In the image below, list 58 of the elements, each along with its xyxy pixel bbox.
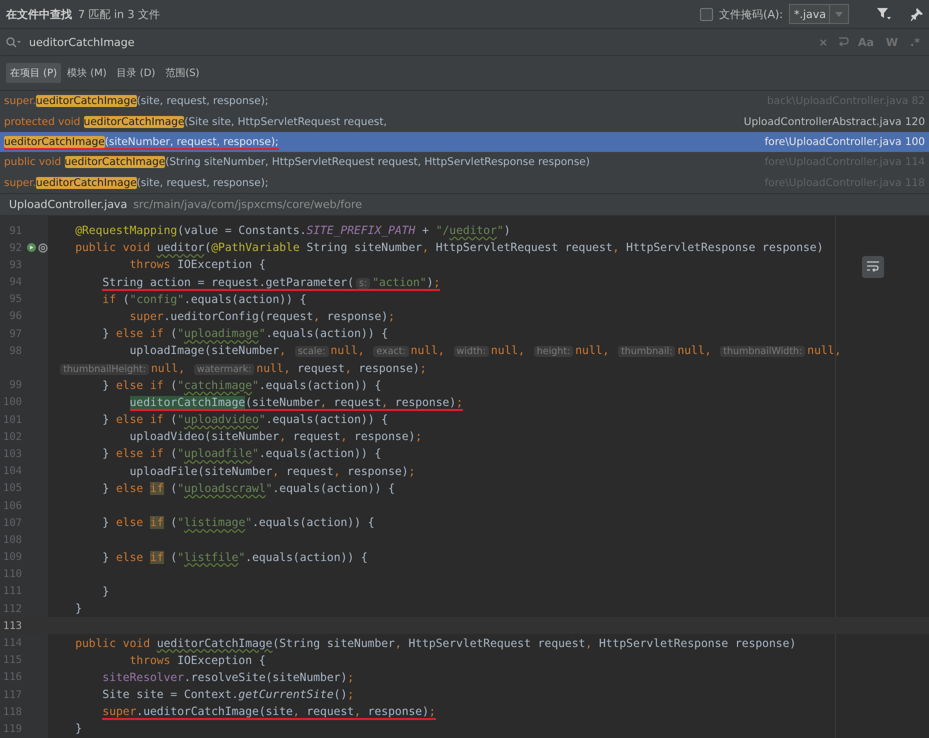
annotation-icon <box>38 242 48 253</box>
code-line: Site site = Context.getCurrentSite(); <box>102 688 354 702</box>
file-mask-field[interactable]: *.java <box>789 4 849 24</box>
code-line: @RequestMapping(value = Constants.SITE_PREFIX_PATH + "/ueditor") <box>75 224 511 238</box>
code-line: } <box>75 602 82 616</box>
code-line: siteResolver.resolveSite(siteNumber); <box>102 670 354 684</box>
code-line: public void ueditor(@PathVariable String siteNumber, HttpServletRequest request, HttpServletResponse response) <box>75 241 824 254</box>
scope-tab[interactable]: 范围(S) <box>161 63 204 83</box>
dialog-title: 在文件中查找 <box>6 6 72 22</box>
preview-file-path: src/main/java/com/jspxcms/core/web/fore <box>133 198 362 211</box>
code-line: super.ueditorCatchImage(site, request, response); <box>102 705 436 718</box>
line-number: 113 <box>2 620 22 632</box>
code-line: uploadVideo(siteNumber, request, response); <box>130 430 422 444</box>
code-line: thumbnailHeight: null, watermark: null, request, response); <box>48 362 426 375</box>
parameter-hint: scale: <box>294 346 329 358</box>
code-line: } else if ("listfile".equals(action)) { <box>102 550 368 564</box>
code-line: } <box>102 584 110 598</box>
search-field[interactable]: ueditorCatchImage <box>27 34 810 50</box>
code-line: ueditorCatchImage(siteNumber, request, response); <box>130 396 463 409</box>
search-result[interactable]: ueditorCatchImage(siteNumber, request, response); fore\UploadController.java 100 <box>0 132 929 152</box>
parameter-hint: thumbnail: <box>618 346 676 358</box>
parameter-hint: thumbnailHeight: <box>60 364 149 375</box>
search-icon[interactable] <box>6 36 21 48</box>
parameter-hint: s: <box>356 278 370 289</box>
scope-tab[interactable]: 目录 (D) <box>112 63 160 83</box>
code-line: } else if ("uploadfile".equals(action)) { <box>102 447 382 460</box>
scope-tab[interactable]: 模块 (M) <box>63 63 111 83</box>
code-line: } else if ("catchimage".equals(action)) { <box>102 378 382 392</box>
code-line: } else if ("uploadimage".equals(action)) { <box>102 327 388 340</box>
filter-icon[interactable] <box>877 8 891 20</box>
code-line: if ("config".equals(action)) { <box>102 292 306 306</box>
preview-file-name: UploadController.java <box>9 198 128 211</box>
parameter-hint: height: <box>534 346 574 358</box>
pin-icon[interactable] <box>911 8 923 20</box>
code-line: throws IOException { <box>130 654 266 667</box>
code-line: } else if ("uploadscrawl".equals(action)) { <box>102 482 395 495</box>
code-line: super.ueditorConfig(request, response); <box>130 310 395 323</box>
soft-wrap-button[interactable] <box>862 256 884 278</box>
search-result[interactable]: protected void ueditorCatchImage(Site site, HttpServletRequest request, UploadControllerAbstract.java 120 <box>0 111 929 132</box>
soft-wrap-icon <box>867 261 879 272</box>
dropdown-caret-icon <box>835 12 843 16</box>
parameter-hint: thumbnailWidth: <box>720 346 806 358</box>
code-line: uploadFile(siteNumber, request, response); <box>130 464 416 478</box>
scope-tab[interactable]: 在项目 (P) <box>6 63 62 83</box>
match-summary: 7 匹配 in 3 文件 <box>78 6 160 22</box>
parameter-hint: exact: <box>373 346 409 358</box>
parameter-hint: width: <box>454 346 489 358</box>
code-line: } else if ("listimage".equals(action)) { <box>102 516 375 530</box>
file-mask-label: 文件掩码(A): <box>719 6 783 22</box>
code-line: } <box>75 722 82 736</box>
parameter-hint: watermark: <box>194 364 254 375</box>
file-mask-checkbox[interactable] <box>700 8 714 20</box>
implemented-method-icon <box>26 242 37 254</box>
code-line: throws IOException { <box>130 258 266 272</box>
code-line: public void ueditorCatchImage(String siteNumber, HttpServletRequest request, HttpServletResponse response) <box>75 636 796 650</box>
code-line: uploadImage(siteNumber, scale: null, exact: null, width: null, height: null, thumbnail: null, thumbnailWidth: null, <box>130 344 842 358</box>
code-line: String action = request.getParameter( s: "action"); <box>102 276 440 289</box>
code-line: } else if ("uploadvideo".equals(action)) { <box>102 413 388 426</box>
